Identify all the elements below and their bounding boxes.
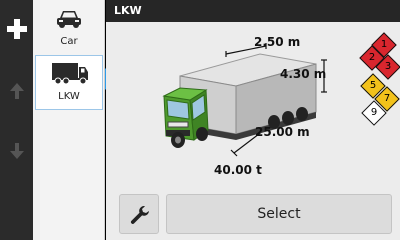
weight-value[interactable]: 40.00 t: [214, 163, 262, 177]
header: LKW: [106, 0, 400, 22]
length-value[interactable]: 25.00 m: [255, 125, 310, 139]
scroll-down-icon[interactable]: [6, 140, 28, 162]
vehicle-item-car[interactable]: Car: [33, 2, 105, 54]
select-button[interactable]: Select: [166, 194, 392, 234]
settings-button[interactable]: [119, 194, 159, 234]
add-icon[interactable]: [4, 16, 30, 42]
vehicle-profile-panel: 2.50 m 4.30 m 25.00 m 40.00 t 1 2 3 5 7 …: [106, 22, 400, 240]
wrench-icon: [130, 206, 149, 224]
truck-icon: [52, 63, 88, 85]
page-title: LKW: [114, 4, 142, 17]
vehicle-label-lkw: LKW: [58, 91, 80, 102]
left-rail: [0, 0, 33, 240]
vehicle-list: Car LKW: [33, 0, 105, 240]
height-value[interactable]: 4.30 m: [280, 67, 326, 81]
truck-illustration: [162, 43, 327, 157]
car-icon: [57, 11, 81, 28]
vehicle-item-lkw[interactable]: LKW: [35, 55, 103, 110]
vehicle-label-car: Car: [60, 36, 78, 47]
width-value[interactable]: 2.50 m: [254, 35, 300, 49]
scroll-up-icon[interactable]: [6, 80, 28, 102]
